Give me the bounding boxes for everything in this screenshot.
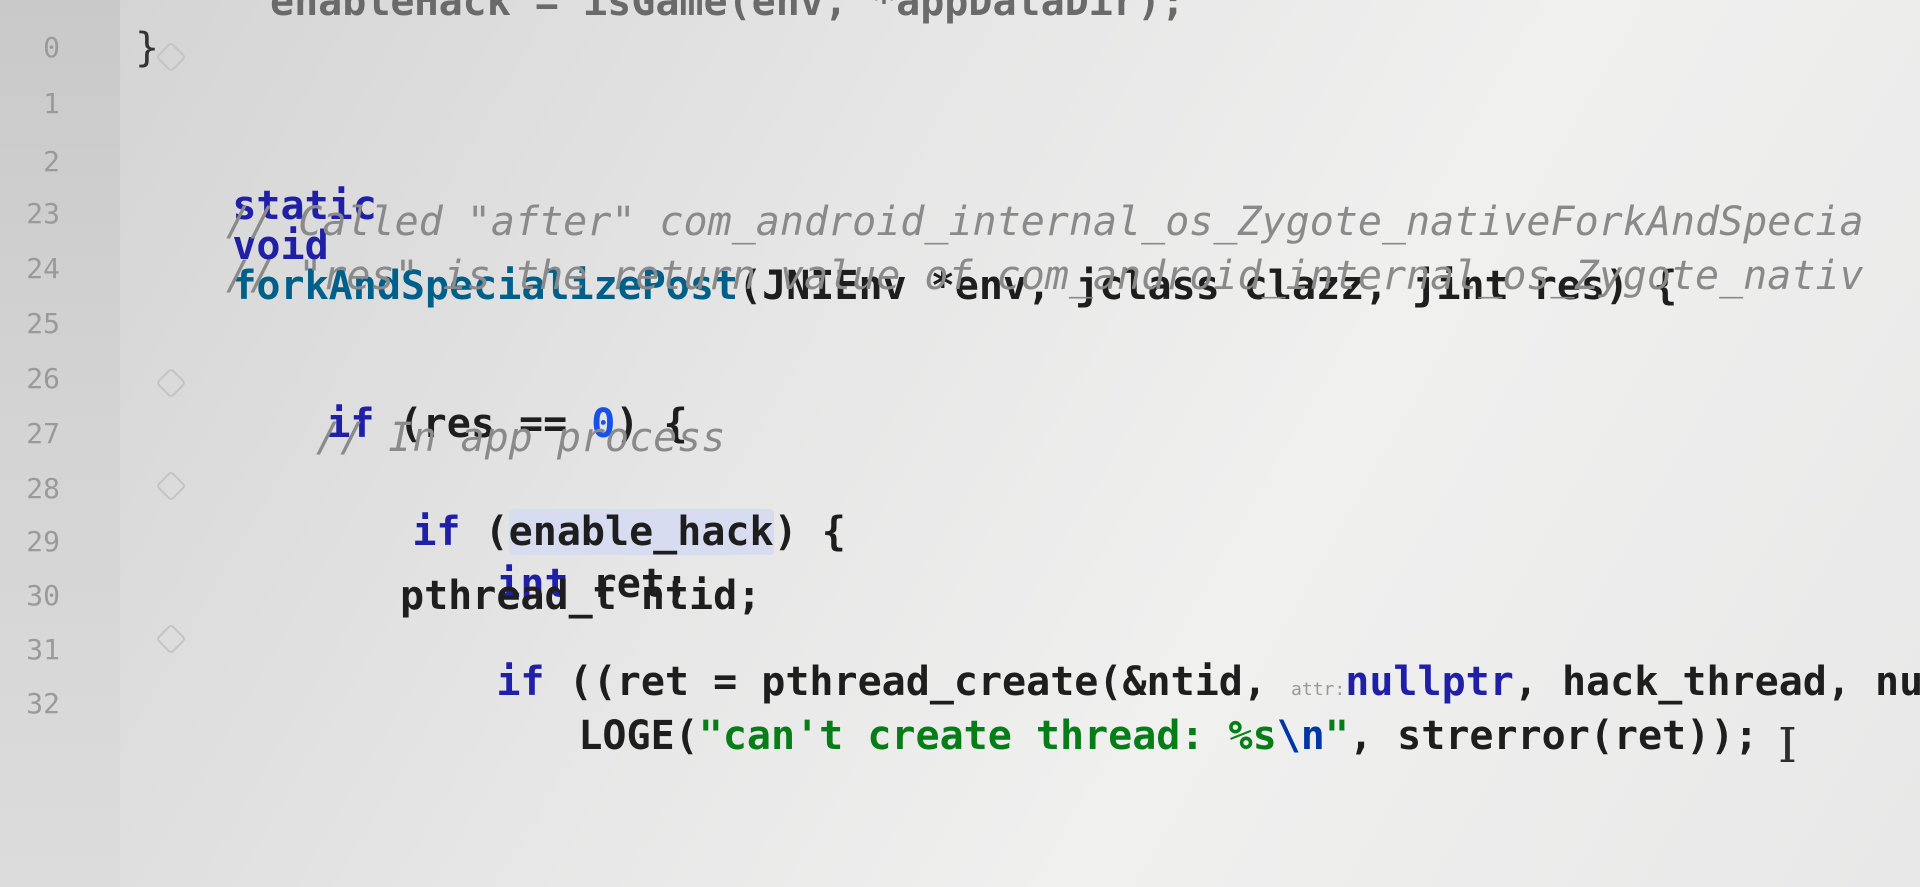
condition-close: ) { — [773, 509, 846, 555]
code-line-comment-res[interactable]: // "res" is the return value of com_andr… — [226, 256, 1864, 296]
fold-icon[interactable] — [155, 41, 187, 73]
loge-rest: , strerror(ret)); — [1348, 713, 1759, 759]
line-number: 30 — [26, 579, 60, 612]
line-number: 32 — [26, 687, 60, 720]
code-line-close-brace[interactable]: } — [135, 28, 159, 68]
code-line-comment-app-process[interactable]: // In app process — [316, 418, 725, 458]
code-editor[interactable]: 0 1 2 23 24 25 26 27 28 29 30 31 32 enab… — [0, 0, 1920, 887]
string-literal-end: " — [1324, 713, 1349, 759]
line-number: 2 — [43, 145, 60, 178]
line-number: 24 — [26, 252, 60, 285]
escape-sequence: \n — [1276, 713, 1325, 759]
fold-icon[interactable] — [155, 623, 187, 655]
line-number: 31 — [26, 633, 60, 666]
fold-icon[interactable] — [155, 367, 187, 399]
line-number: 27 — [26, 417, 60, 450]
line-number: 29 — [26, 525, 60, 558]
line-number: 0 — [43, 31, 60, 64]
code-line-comment-called-after[interactable]: // Called "after" com_android_internal_o… — [226, 202, 1864, 242]
line-number: 25 — [26, 307, 60, 340]
code-line-pthread-decl[interactable]: pthread_t ntid; — [400, 576, 761, 616]
code-line-function-signature[interactable]: static void forkAndSpecializePost(JNIEnv… — [136, 146, 1677, 346]
text-cursor-icon: I — [1778, 718, 1797, 774]
string-literal: "can't create thread: %s — [698, 713, 1277, 759]
code-line-partial[interactable]: enableHack = isGame(env, *appDataDir); — [270, 0, 1185, 22]
fold-icon[interactable] — [155, 470, 187, 502]
line-number: 26 — [26, 362, 60, 395]
line-number-gutter: 0 1 2 23 24 25 26 27 28 29 30 31 32 — [0, 0, 120, 887]
code-line-loge[interactable]: LOGE("can't create thread: %s\n", strerr… — [482, 676, 1758, 796]
line-number: 28 — [26, 472, 60, 505]
line-number: 23 — [26, 197, 60, 230]
loge-call: LOGE( — [578, 713, 699, 759]
line-number: 1 — [43, 87, 60, 120]
